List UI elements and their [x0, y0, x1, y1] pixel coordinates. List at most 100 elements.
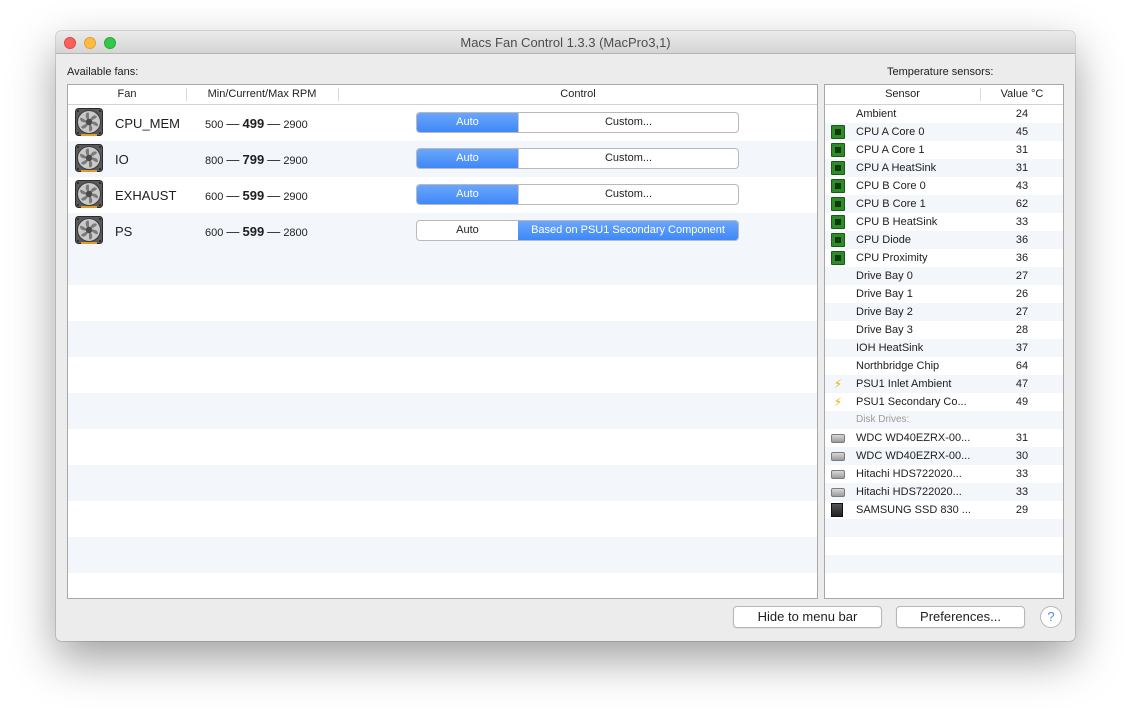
sensor-name: WDC WD40EZRX-00...: [856, 432, 971, 444]
sensor-row[interactable]: SAMSUNG SSD 830 ... 29: [825, 501, 1063, 519]
cpu-chip-icon: [831, 179, 845, 193]
sensor-row[interactable]: Drive Bay 3 28: [825, 321, 1063, 339]
sensor-value: 26: [1015, 288, 1029, 300]
fan-control-segmented: Auto Based on PSU1 Secondary Component: [416, 220, 739, 241]
sensor-row[interactable]: CPU Proximity 36: [825, 249, 1063, 267]
fan-rpm-max: 2800: [283, 227, 308, 239]
sensor-value: 43: [1015, 180, 1029, 192]
fan-icon: [75, 108, 103, 136]
sensor-row[interactable]: CPU B Core 0 43: [825, 177, 1063, 195]
sensor-row[interactable]: CPU A HeatSink 31: [825, 159, 1063, 177]
title-bar[interactable]: Macs Fan Control 1.3.3 (MacPro3,1): [56, 31, 1075, 54]
fan-name: CPU_MEM: [115, 116, 181, 131]
sensor-name: PSU1 Inlet Ambient: [856, 378, 952, 390]
sensor-name: IOH HeatSink: [856, 342, 924, 354]
power-bolt-icon: ⚡: [833, 377, 843, 391]
empty-row: [68, 357, 817, 393]
fan-row-exhaust[interactable]: EXHAUST 600 — 599 — 2900 Auto Custom...: [68, 177, 817, 213]
sensor-row[interactable]: ⚡ PSU1 Inlet Ambient 47: [825, 375, 1063, 393]
fan-row-io[interactable]: IO 800 — 799 — 2900 Auto Custom...: [68, 141, 817, 177]
hide-to-menu-bar-button[interactable]: Hide to menu bar: [733, 606, 882, 628]
auto-control-button[interactable]: Auto: [417, 149, 518, 168]
sensor-row[interactable]: Drive Bay 1 26: [825, 285, 1063, 303]
sensor-name: CPU B HeatSink: [856, 216, 938, 228]
sensor-row[interactable]: Hitachi HDS722020... 33: [825, 465, 1063, 483]
help-button[interactable]: ?: [1040, 606, 1062, 628]
sensor-name: Drive Bay 2: [856, 306, 913, 318]
sensor-group-label: Disk Drives:: [856, 414, 910, 425]
sensors-table-header: Sensor Value °C: [825, 85, 1063, 105]
custom-control-button[interactable]: Custom...: [518, 185, 738, 204]
auto-control-button[interactable]: Auto: [417, 185, 518, 204]
fan-row-ps[interactable]: PS 600 — 599 — 2800 Auto Based on PSU1 Seco…: [68, 213, 817, 249]
column-header-sensor[interactable]: Sensor: [825, 88, 980, 100]
custom-control-button[interactable]: Custom...: [518, 149, 738, 168]
temperature-sensors-label: Temperature sensors:: [887, 66, 994, 78]
fan-rpm: 800 — 799 — 2900: [205, 152, 308, 167]
sensor-value: 29: [1015, 504, 1029, 516]
sensor-value: 31: [1015, 432, 1029, 444]
sensor-value: 33: [1015, 486, 1029, 498]
column-header-fan[interactable]: Fan: [68, 88, 186, 100]
cpu-chip-icon: [831, 197, 845, 211]
sensor-name: SAMSUNG SSD 830 ...: [856, 504, 971, 516]
preferences-button[interactable]: Preferences...: [896, 606, 1025, 628]
sensor-name: CPU Proximity: [856, 252, 928, 264]
sensor-name: Drive Bay 3: [856, 324, 913, 336]
sensor-value: 28: [1015, 324, 1029, 336]
window-title: Macs Fan Control 1.3.3 (MacPro3,1): [460, 35, 671, 50]
fan-rpm-current: 799: [242, 152, 265, 167]
sensor-row[interactable]: CPU A Core 1 31: [825, 141, 1063, 159]
sensor-name: PSU1 Secondary Co...: [856, 396, 967, 408]
sensor-name: WDC WD40EZRX-00...: [856, 450, 971, 462]
sensor-row[interactable]: CPU Diode 36: [825, 231, 1063, 249]
empty-row: [68, 285, 817, 321]
fan-rpm-min: 800: [205, 155, 224, 167]
sensor-name: Drive Bay 0: [856, 270, 913, 282]
sensor-row[interactable]: ⚡ PSU1 Secondary Co... 49: [825, 393, 1063, 411]
column-header-control[interactable]: Control: [338, 88, 817, 100]
rpm-dash: —: [267, 116, 281, 131]
sensor-value: 49: [1015, 396, 1029, 408]
sensor-value: 45: [1015, 126, 1029, 138]
column-header-value[interactable]: Value °C: [980, 88, 1063, 100]
custom-control-button[interactable]: Based on PSU1 Secondary Component: [518, 221, 738, 240]
empty-row: [68, 573, 817, 598]
sensor-row[interactable]: Drive Bay 0 27: [825, 267, 1063, 285]
auto-control-button[interactable]: Auto: [417, 221, 518, 240]
cpu-chip-icon: [831, 251, 845, 265]
app-window: Macs Fan Control 1.3.3 (MacPro3,1) Avail…: [56, 31, 1075, 641]
empty-row: [68, 393, 817, 429]
fan-rpm-max: 2900: [283, 119, 308, 131]
sensor-row[interactable]: WDC WD40EZRX-00... 30: [825, 447, 1063, 465]
sensor-name: Hitachi HDS722020...: [856, 468, 962, 480]
sensor-row[interactable]: Hitachi HDS722020... 33: [825, 483, 1063, 501]
sensor-row[interactable]: Drive Bay 2 27: [825, 303, 1063, 321]
sensor-row[interactable]: Ambient 24: [825, 105, 1063, 123]
ssd-icon: [831, 503, 843, 517]
fan-row-cpu_mem[interactable]: CPU_MEM 500 — 499 — 2900 Auto Custom...: [68, 105, 817, 141]
hard-drive-icon: [831, 434, 845, 443]
fan-rpm-current: 599: [242, 188, 265, 203]
sensor-row[interactable]: CPU A Core 0 45: [825, 123, 1063, 141]
auto-control-button[interactable]: Auto: [417, 113, 518, 132]
cpu-chip-icon: [831, 215, 845, 229]
fan-rows: CPU_MEM 500 — 499 — 2900 Auto Custom... IO 80…: [68, 105, 817, 598]
sensor-name: Drive Bay 1: [856, 288, 913, 300]
fans-table: Fan Min/Current/Max RPM Control CPU_MEM 5…: [67, 84, 818, 599]
sensor-row[interactable]: CPU B HeatSink 33: [825, 213, 1063, 231]
custom-control-button[interactable]: Custom...: [518, 113, 738, 132]
sensor-value: 36: [1015, 234, 1029, 246]
sensor-value: 37: [1015, 342, 1029, 354]
sensor-row[interactable]: CPU B Core 1 62: [825, 195, 1063, 213]
sensor-row[interactable]: IOH HeatSink 37: [825, 339, 1063, 357]
fan-control-segmented: Auto Custom...: [416, 184, 739, 205]
sensor-row[interactable]: Northbridge Chip 64: [825, 357, 1063, 375]
fan-control-segmented: Auto Custom...: [416, 112, 739, 133]
empty-row: [68, 501, 817, 537]
sensor-name: CPU B Core 0: [856, 180, 926, 192]
sensor-row[interactable]: WDC WD40EZRX-00... 31: [825, 429, 1063, 447]
fan-rpm-min: 600: [205, 191, 224, 203]
empty-row: [68, 537, 817, 573]
column-header-rpm[interactable]: Min/Current/Max RPM: [186, 88, 338, 100]
